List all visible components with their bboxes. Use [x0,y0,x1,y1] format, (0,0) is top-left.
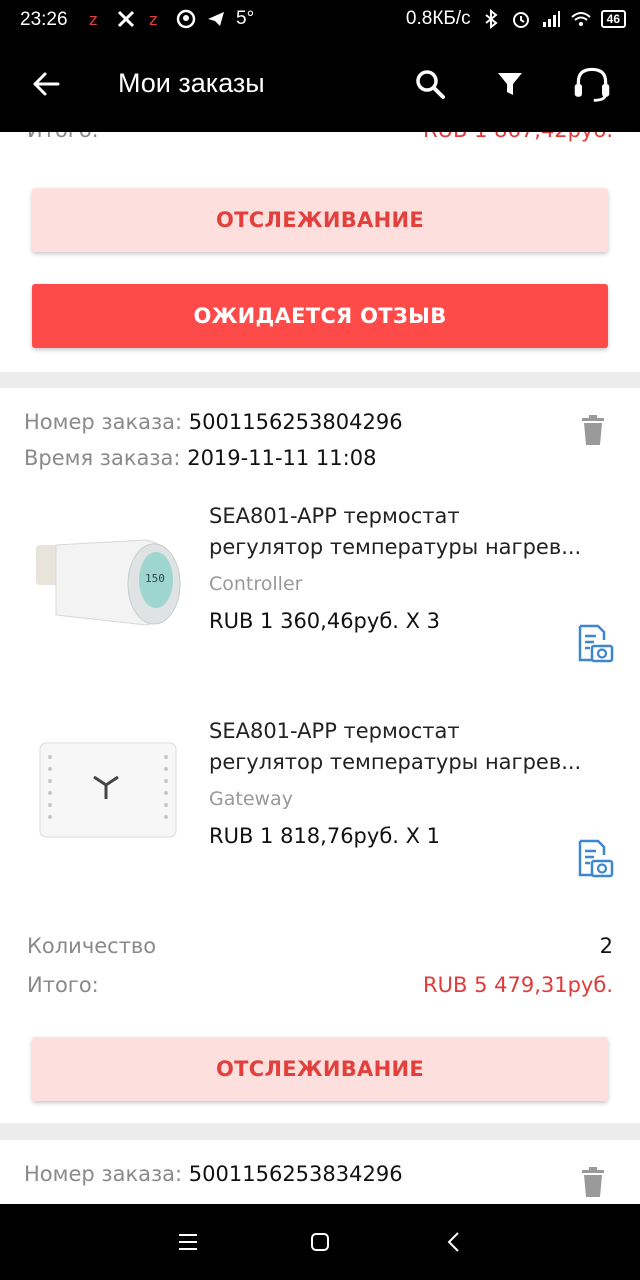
product-image-controller: 150 [26,500,191,665]
order-card: Номер заказа: 5001156253804296 Время зак… [0,388,640,1123]
total-value: RUB 1 867,42руб. [423,132,613,142]
notification-z-icon: z [89,10,97,29]
support-button[interactable] [572,64,612,104]
order-number: Номер заказа: 5001156253804296 [24,410,403,434]
wifi-icon [570,12,591,26]
quantity-value: 2 [599,934,613,958]
status-network-speed: 0.8КБ/с [405,8,471,29]
product-title-line2: регулятор температуры нагрев... [209,750,582,774]
status-time: 23:26 [20,9,68,30]
product-price: RUB 1 360,46руб. X 3 [209,609,441,633]
total-value: RUB 5 479,31руб. [423,973,613,997]
order-number-label: Номер заказа: [24,1162,183,1186]
add-photo-review-icon[interactable] [574,624,614,664]
order-time-label: Время заказа: [24,446,181,470]
app-bar: Мои заказы [0,40,640,132]
trash-icon[interactable] [580,1166,606,1198]
order-card-previous: Итого: RUB 1 867,42руб. ОТСЛЕЖИВАНИЕ ОЖИ… [0,132,640,372]
menu-icon[interactable] [176,1230,200,1254]
tracking-button[interactable]: ОТСЛЕЖИВАНИЕ [32,188,608,252]
back-arrow-icon [33,72,60,96]
quantity-label: Количество [27,934,157,958]
signal-icon [542,11,560,27]
filter-button[interactable] [490,64,530,104]
tracking-button[interactable]: ОТСЛЕЖИВАНИЕ [32,1037,608,1101]
battery-icon: 46 [600,10,626,28]
status-system-icons: 0.8КБ/с 46 [406,8,626,30]
svg-text:150: 150 [145,572,165,585]
telegram-icon [208,12,224,26]
order-time: Время заказа: 2019-11-11 11:08 [24,446,376,470]
product-price: RUB 1 818,76руб. X 1 [209,824,441,848]
search-icon [416,70,445,99]
total-label: Итого: [27,973,99,997]
order-number-label: Номер заказа: [24,410,183,434]
notification-z-icon: z [149,10,157,29]
support-headset-icon [574,67,610,102]
product-variant: Gateway [209,788,293,810]
order-number: Номер заказа: 5001156253834296 [24,1162,403,1186]
product-title-line2: регулятор температуры нагрев... [209,535,582,559]
page-title: Мои заказы [118,68,265,98]
product-title-line1: SEA801-APP термостат [209,504,460,528]
filter-icon [498,73,522,95]
bluetooth-icon [485,9,498,29]
orders-list[interactable]: Итого: RUB 1 867,42руб. ОТСЛЕЖИВАНИЕ ОЖИ… [0,132,640,1204]
order-number-value: 5001156253804296 [188,410,403,434]
product-image-gateway [26,715,191,880]
github-icon [176,9,196,29]
order-time-value: 2019-11-11 11:08 [187,446,377,470]
total-label: Итого: [27,132,99,142]
svg-text:z: z [149,10,157,29]
product-item[interactable]: 150 SEA801-APP термостат регулятор темпе… [0,500,640,700]
status-temperature: 5° [236,8,255,29]
tools-icon [117,10,135,28]
add-photo-review-icon[interactable] [574,839,614,879]
awaiting-review-button[interactable]: ОЖИДАЕТСЯ ОТЗЫВ [32,284,608,348]
order-card-next: Номер заказа: 5001156253834296 [0,1140,640,1204]
back-button[interactable] [26,64,66,104]
product-item[interactable]: SEA801-APP термостат регулятор температу… [0,715,640,915]
svg-text:z: z [89,10,97,29]
status-notification-icons: z z 5° [86,8,254,30]
back-nav-icon[interactable] [442,1230,466,1254]
search-button[interactable] [410,64,450,104]
alarm-icon [512,12,529,28]
system-nav-bar [0,1204,640,1280]
product-title-line1: SEA801-APP термостат [209,719,460,743]
order-number-value: 5001156253834296 [188,1162,403,1186]
status-bar: 23:26 z z 5° 0.8КБ/с 46 [0,0,640,40]
product-variant: Controller [209,573,303,595]
trash-icon[interactable] [580,414,606,446]
home-icon[interactable] [308,1230,332,1254]
